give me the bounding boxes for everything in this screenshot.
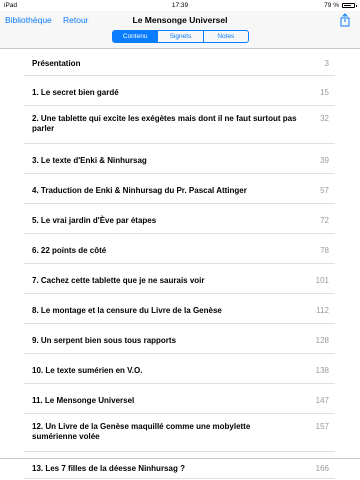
toc-row[interactable]: 2. Une tablette qui excite les exégètes …: [24, 106, 335, 144]
toc-title: 5. Le vrai jardin d'Ève par étapes: [32, 216, 157, 225]
share-icon[interactable]: [338, 13, 352, 27]
toc-page-number: 15: [320, 88, 329, 97]
table-of-contents: Présentation 3 1. Le secret bien gardé 15 2.…: [24, 49, 335, 479]
status-time: 17:39: [171, 2, 189, 9]
navigation-bar: Bibliothèque Retour Le Mensonge Universe…: [0, 11, 360, 49]
bottom-divider: [0, 458, 360, 459]
toc-page-number: 147: [315, 396, 329, 405]
toc-row[interactable]: 8. Le montage et la censure du Livre de …: [24, 294, 335, 324]
toc-title: 2. Une tablette qui excite les exégètes …: [32, 114, 297, 133]
toc-title: Présentation: [32, 59, 81, 68]
toc-row[interactable]: 1. Le secret bien gardé 15: [24, 76, 335, 106]
toc-row[interactable]: 3. Le texte d'Enki & Ninhursag 39: [24, 144, 335, 174]
toc-page-number: 57: [320, 186, 329, 195]
toc-title: 13. Les 7 filles de la déesse Ninhursag …: [32, 464, 185, 473]
toc-row[interactable]: 12. Un Livre de la Genèse maquillé comme…: [24, 414, 335, 452]
toc-title: 3. Le texte d'Enki & Ninhursag: [32, 156, 147, 165]
tab-contents[interactable]: Contenu: [113, 31, 158, 42]
toc-page-number: 112: [316, 306, 329, 315]
toc-row[interactable]: 7. Cachez cette tablette que je ne saura…: [24, 264, 335, 294]
toc-title: 9. Un serpent bien sous tous rapports: [32, 336, 177, 345]
toc-title: 1. Le secret bien gardé: [32, 88, 119, 97]
toc-row[interactable]: 9. Un serpent bien sous tous rapports 128: [24, 324, 335, 354]
view-segmented-control: Contenu Signets Notes: [112, 30, 249, 43]
toc-title: 8. Le montage et la censure du Livre de …: [32, 306, 222, 315]
toc-page-number: 78: [320, 246, 329, 255]
toc-title: 4. Traduction de Enki & Ninhursag du Pr.…: [32, 186, 247, 195]
battery-icon: [342, 3, 357, 8]
toc-page-number: 3: [324, 59, 329, 68]
toc-row[interactable]: 11. Le Mensonge Universel 147: [24, 384, 335, 414]
toc-row[interactable]: 13. Les 7 filles de la déesse Ninhursag …: [24, 452, 335, 479]
toc-page-number: 138: [315, 366, 329, 375]
toc-page-number: 39: [320, 156, 329, 165]
toc-title: 10. Le texte sumérien en V.O.: [32, 366, 143, 375]
battery-status: 79 %: [324, 2, 357, 9]
toc-page-number: 32: [320, 114, 329, 123]
battery-percent: 79 %: [324, 2, 339, 9]
toc-row[interactable]: 5. Le vrai jardin d'Ève par étapes 72: [24, 204, 335, 234]
toc-page-number: 101: [315, 276, 329, 285]
toc-title: 7. Cachez cette tablette que je ne saura…: [32, 276, 205, 285]
toc-row[interactable]: 6. 22 points de côté 78: [24, 234, 335, 264]
toc-row[interactable]: Présentation 3: [24, 49, 335, 76]
toc-page-number: 128: [315, 336, 329, 345]
toc-row[interactable]: 4. Traduction de Enki & Ninhursag du Pr.…: [24, 174, 335, 204]
battery-fill: [344, 5, 352, 6]
toc-title: 11. Le Mensonge Universel: [32, 396, 135, 405]
tab-notes[interactable]: Notes: [202, 31, 248, 42]
status-bar: iPad 17:39 79 %: [0, 0, 360, 11]
toc-title: 12. Un Livre de la Genèse maquillé comme…: [32, 422, 251, 441]
toc-page-number: 157: [315, 422, 329, 431]
toc-title: 6. 22 points de côté: [32, 246, 107, 255]
toc-page-number: 166: [315, 464, 329, 473]
toc-page-number: 72: [320, 216, 329, 225]
page-title: Le Mensonge Universel: [132, 15, 228, 25]
tab-bookmarks[interactable]: Signets: [157, 31, 202, 42]
toc-row[interactable]: 10. Le texte sumérien en V.O. 138: [24, 354, 335, 384]
